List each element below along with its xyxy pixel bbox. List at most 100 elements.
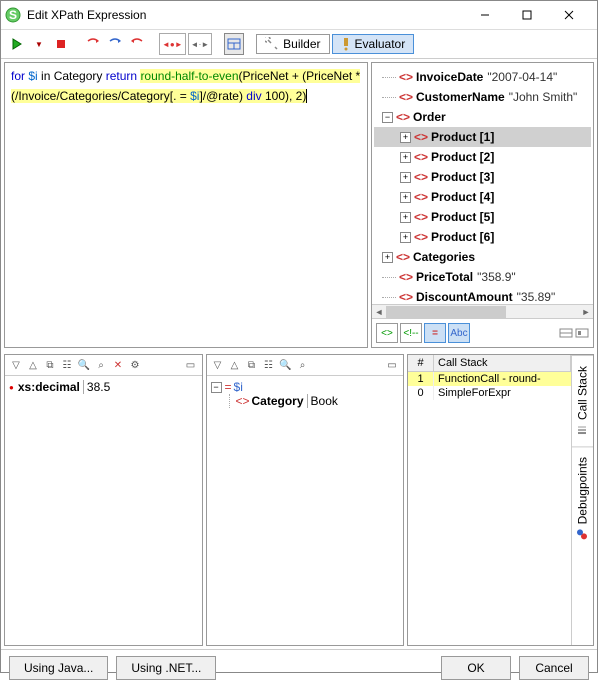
run-menu-button[interactable]: ▼ <box>29 33 49 55</box>
watch-var-name: $i <box>234 380 243 394</box>
expression-editor[interactable]: for $i in Category return round-half-to-… <box>4 62 368 348</box>
java-button[interactable]: Using Java... <box>9 656 108 680</box>
res-clear-icon[interactable]: ✕ <box>111 358 125 372</box>
w-copy-icon[interactable]: ⧉ <box>245 358 259 372</box>
elem-icon: <> <box>236 394 250 408</box>
result-row[interactable]: ● xs:decimal 38.5 <box>9 380 198 394</box>
expander-icon[interactable]: + <box>400 232 411 243</box>
titlebar: S Edit XPath Expression <box>1 1 597 30</box>
tree-filter-comment[interactable]: <!-- <box>400 323 422 343</box>
tree-opt-2[interactable] <box>575 326 589 340</box>
svg-text:S: S <box>9 8 17 22</box>
side-tab-callstack[interactable]: Call Stack <box>572 355 593 446</box>
collapse-icon[interactable]: − <box>211 382 222 393</box>
res-nav-up[interactable]: △ <box>26 358 40 372</box>
tree-node[interactable]: +<>Categories <box>374 247 591 267</box>
tree-node[interactable]: +<>Product [5] <box>374 207 591 227</box>
tree-node[interactable]: +<>Product [6] <box>374 227 591 247</box>
svg-text:<>: <> <box>399 91 413 103</box>
result-type: xs:decimal <box>18 380 80 394</box>
tree-hscroll[interactable]: ◄► <box>372 304 593 318</box>
call-stack-pane: # Call Stack 1FunctionCall - round-0Simp… <box>407 354 594 646</box>
svg-text:<>: <> <box>414 131 428 143</box>
tree-filter-attr[interactable]: = <box>424 323 446 343</box>
svg-text:<>: <> <box>414 151 428 163</box>
stop-button[interactable] <box>51 33 71 55</box>
tree-node[interactable]: +<>Product [1] <box>374 127 591 147</box>
result-pane: ▽ △ ⧉ ☷ 🔍 ⌕ ✕ ⚙ ▭ ● xs:decimal 38.5 <box>4 354 203 646</box>
expander-icon[interactable]: + <box>400 152 411 163</box>
svg-text:<>: <> <box>399 291 413 303</box>
debug-marker-2[interactable]: ◄·► <box>188 33 213 55</box>
tree-node[interactable]: <>CustomerName"John Smith" <box>374 87 591 107</box>
stack-row[interactable]: 1FunctionCall - round- <box>408 372 571 386</box>
step-over-icon[interactable] <box>105 33 125 55</box>
layout-toggle-button[interactable] <box>224 33 244 55</box>
window-title: Edit XPath Expression <box>27 8 467 22</box>
tree-filter-tag[interactable]: <> <box>376 323 398 343</box>
svg-text:<>: <> <box>414 171 428 183</box>
res-search-icon[interactable]: 🔍 <box>77 358 91 372</box>
debug-marker-1[interactable]: ◄●► <box>159 33 186 55</box>
step-out-icon[interactable] <box>127 33 147 55</box>
maximize-button[interactable] <box>509 1 551 29</box>
svg-text:<>: <> <box>396 251 410 263</box>
watch-var-row[interactable]: − = $i <box>211 380 400 394</box>
svg-text:<>: <> <box>414 231 428 243</box>
expander-icon[interactable]: + <box>400 172 411 183</box>
res-config-icon[interactable]: ⚙ <box>128 358 142 372</box>
res-find-icon[interactable]: ⌕ <box>94 358 108 372</box>
watch-child-value: Book <box>311 394 338 408</box>
evaluator-icon <box>341 37 351 51</box>
context-tree: <>InvoiceDate"2007-04-14"<>CustomerName"… <box>371 62 594 348</box>
tree-opt-1[interactable] <box>559 326 573 340</box>
stack-header: # Call Stack <box>408 355 571 372</box>
svg-text:<>: <> <box>399 271 413 283</box>
w-pane-opt[interactable]: ▭ <box>385 358 399 372</box>
tree-node[interactable]: <>DiscountAmount"35.89" <box>374 287 591 304</box>
bullet-icon: ● <box>9 383 14 392</box>
tree-node[interactable]: +<>Product [3] <box>374 167 591 187</box>
watch-child-row[interactable]: <> Category Book <box>211 394 400 408</box>
w-find-icon[interactable]: ⌕ <box>296 358 310 372</box>
res-pane-opt[interactable]: ▭ <box>184 358 198 372</box>
expander-icon[interactable]: + <box>382 252 393 263</box>
toolbar: ▼ ◄●► ◄·► Builder Evaluator <box>1 30 597 59</box>
tree-filter-text[interactable]: Abc <box>448 323 470 343</box>
dotnet-button[interactable]: Using .NET... <box>116 656 216 680</box>
evaluator-button[interactable]: Evaluator <box>332 34 415 54</box>
res-tree-icon[interactable]: ☷ <box>60 358 74 372</box>
tree-node[interactable]: <>PriceTotal"358.9" <box>374 267 591 287</box>
expander-icon[interactable]: − <box>382 112 393 123</box>
svg-text:<>: <> <box>414 191 428 203</box>
svg-text:<>: <> <box>396 111 410 123</box>
watch-pane: ▽ △ ⧉ ☷ 🔍 ⌕ ▭ − = $i <> Category <box>206 354 405 646</box>
w-nav-down[interactable]: ▽ <box>211 358 225 372</box>
close-button[interactable] <box>551 1 593 29</box>
result-value: 38.5 <box>87 380 110 394</box>
step-into-icon[interactable] <box>83 33 103 55</box>
ok-button[interactable]: OK <box>441 656 511 680</box>
w-search-icon[interactable]: 🔍 <box>279 358 293 372</box>
stack-row[interactable]: 0SimpleForExpr <box>408 386 571 400</box>
w-nav-up[interactable]: △ <box>228 358 242 372</box>
side-tab-debugpoints[interactable]: Debugpoints <box>572 446 593 550</box>
watch-child-name: Category <box>252 394 304 408</box>
wrench-icon <box>265 37 279 51</box>
stack-icon <box>577 424 589 436</box>
expander-icon[interactable]: + <box>400 192 411 203</box>
tree-node[interactable]: +<>Product [4] <box>374 187 591 207</box>
expander-icon[interactable]: + <box>400 212 411 223</box>
w-tree-icon[interactable]: ☷ <box>262 358 276 372</box>
footer: Using Java... Using .NET... OK Cancel <box>1 649 597 686</box>
cancel-button[interactable]: Cancel <box>519 656 589 680</box>
res-copy-icon[interactable]: ⧉ <box>43 358 57 372</box>
tree-node[interactable]: −<>Order <box>374 107 591 127</box>
res-nav-down[interactable]: ▽ <box>9 358 23 372</box>
builder-button[interactable]: Builder <box>256 34 329 54</box>
tree-node[interactable]: +<>Product [2] <box>374 147 591 167</box>
run-button[interactable] <box>7 33 27 55</box>
tree-node[interactable]: <>InvoiceDate"2007-04-14" <box>374 67 591 87</box>
minimize-button[interactable] <box>467 1 509 29</box>
expander-icon[interactable]: + <box>400 132 411 143</box>
